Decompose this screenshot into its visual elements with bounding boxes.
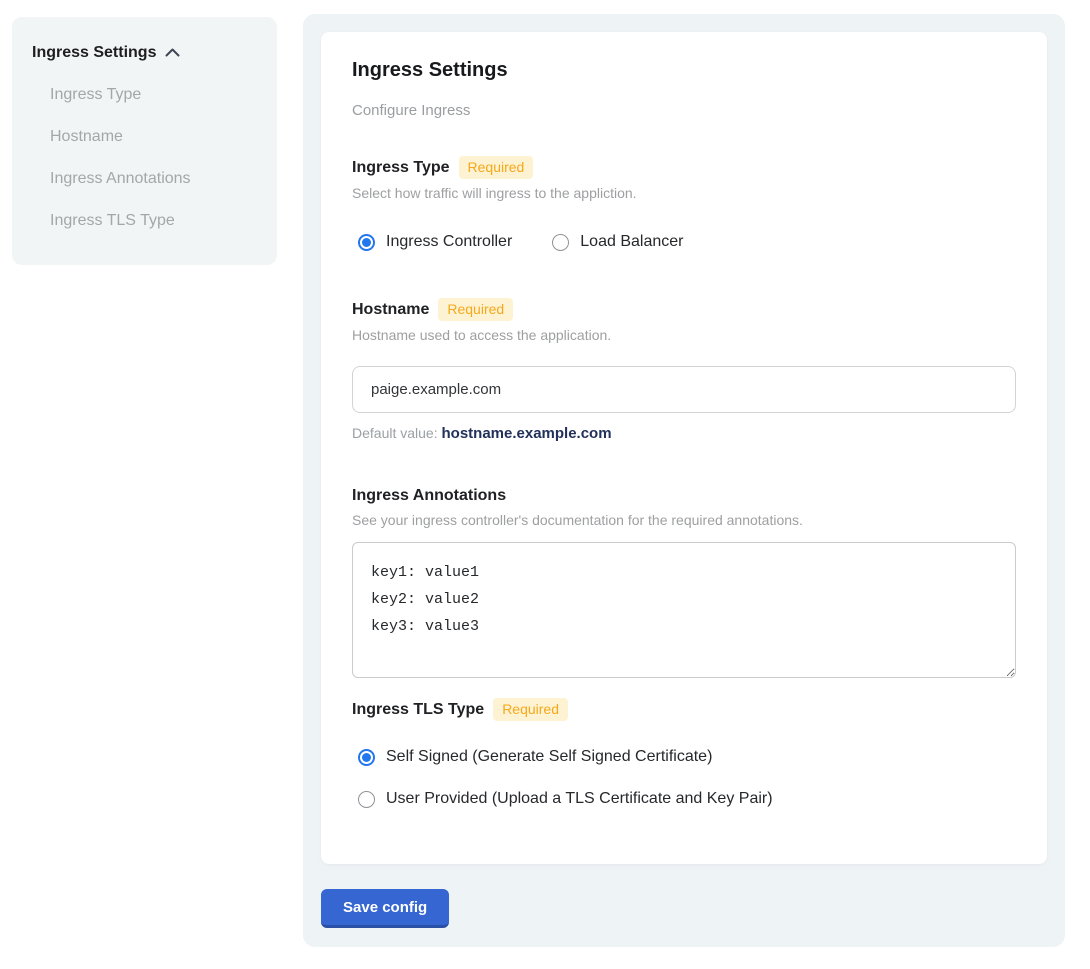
sidebar-item-list: Ingress Type Hostname Ingress Annotation… xyxy=(32,85,257,230)
hostname-input[interactable] xyxy=(352,366,1016,413)
field-ingress-type: Ingress Type Required Select how traffic… xyxy=(352,156,1016,252)
ingress-type-label-row: Ingress Type Required xyxy=(352,156,1016,179)
save-config-button[interactable]: Save config xyxy=(321,889,449,928)
field-ingress-annotations: Ingress Annotations See your ingress con… xyxy=(352,486,1016,678)
radio-option-user-provided[interactable]: User Provided (Upload a TLS Certificate … xyxy=(358,789,773,809)
field-hostname: Hostname Required Hostname used to acces… xyxy=(352,298,1016,442)
radio-option-label: Self Signed (Generate Self Signed Certif… xyxy=(386,747,712,767)
tls-radio-self-signed-row: Self Signed (Generate Self Signed Certif… xyxy=(358,747,1016,767)
sidebar-group-label: Ingress Settings xyxy=(32,43,156,62)
required-badge: Required xyxy=(438,298,513,321)
sidebar-item-ingress-type[interactable]: Ingress Type xyxy=(50,85,257,104)
settings-panel: Ingress Settings Configure Ingress Ingre… xyxy=(303,14,1065,947)
ingress-tls-type-label-row: Ingress TLS Type Required xyxy=(352,698,1016,721)
hostname-label-row: Hostname Required xyxy=(352,298,1016,321)
required-badge: Required xyxy=(493,698,568,721)
hostname-default-line: Default value: hostname.example.com xyxy=(352,425,1016,442)
ingress-type-radio-group: Ingress Controller Load Balancer xyxy=(358,232,1016,252)
radio-option-label: Load Balancer xyxy=(580,232,683,252)
radio-option-label: Ingress Controller xyxy=(386,232,512,252)
default-value-prefix: Default value: xyxy=(352,425,442,441)
page-title: Ingress Settings xyxy=(352,58,1016,82)
sidebar-nav: Ingress Settings Ingress Type Hostname I… xyxy=(12,17,277,265)
page-subtitle: Configure Ingress xyxy=(352,102,1016,120)
hostname-label: Hostname xyxy=(352,300,429,320)
tls-radio-user-provided-row: User Provided (Upload a TLS Certificate … xyxy=(358,789,1016,809)
ingress-type-label: Ingress Type xyxy=(352,158,450,178)
ingress-tls-type-label: Ingress TLS Type xyxy=(352,700,484,720)
chevron-up-icon xyxy=(165,48,180,57)
hostname-help: Hostname used to access the application. xyxy=(352,327,1016,344)
ingress-annotations-label: Ingress Annotations xyxy=(352,486,506,506)
radio-unselected-icon xyxy=(358,791,375,808)
ingress-type-help: Select how traffic will ingress to the a… xyxy=(352,185,1016,202)
sidebar-item-ingress-tls-type[interactable]: Ingress TLS Type xyxy=(50,211,257,230)
sidebar-item-ingress-annotations[interactable]: Ingress Annotations xyxy=(50,169,257,188)
radio-option-self-signed[interactable]: Self Signed (Generate Self Signed Certif… xyxy=(358,747,712,767)
radio-unselected-icon xyxy=(552,234,569,251)
ingress-annotations-help: See your ingress controller's documentat… xyxy=(352,512,1016,529)
ingress-annotations-textarea[interactable]: key1: value1 key2: value2 key3: value3 xyxy=(352,542,1016,678)
ingress-annotations-label-row: Ingress Annotations xyxy=(352,486,1016,506)
radio-selected-icon xyxy=(358,749,375,766)
radio-option-label: User Provided (Upload a TLS Certificate … xyxy=(386,789,773,809)
field-ingress-tls-type: Ingress TLS Type Required Self Signed (G… xyxy=(352,698,1016,809)
required-badge: Required xyxy=(459,156,534,179)
default-value-text: hostname.example.com xyxy=(442,425,612,442)
ingress-settings-card: Ingress Settings Configure Ingress Ingre… xyxy=(321,32,1047,864)
radio-option-ingress-controller[interactable]: Ingress Controller xyxy=(358,232,512,252)
radio-selected-icon xyxy=(358,234,375,251)
radio-option-load-balancer[interactable]: Load Balancer xyxy=(552,232,683,252)
sidebar-item-hostname[interactable]: Hostname xyxy=(50,127,257,146)
sidebar-group-ingress-settings[interactable]: Ingress Settings xyxy=(32,43,257,62)
